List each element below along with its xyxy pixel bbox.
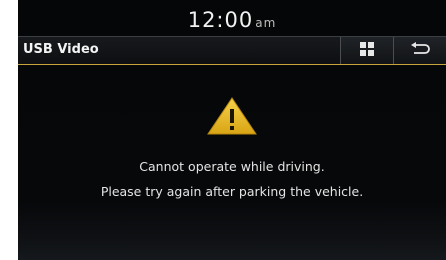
head-unit-screen: 12:00 am USB Video Cannot operate while … xyxy=(18,0,446,260)
warning-triangle-icon xyxy=(206,96,258,140)
back-button[interactable] xyxy=(393,37,446,64)
menu-button[interactable] xyxy=(340,37,393,64)
alert-area: Cannot operate while driving. Please try… xyxy=(18,65,446,260)
back-arrow-icon xyxy=(410,41,430,60)
grid-menu-icon xyxy=(360,41,374,60)
page-title: USB Video xyxy=(23,42,99,57)
clock-ampm: am xyxy=(255,16,277,30)
alert-message-line1: Cannot operate while driving. xyxy=(139,159,325,174)
title-bar: USB Video xyxy=(18,36,446,65)
clock-time: 12:00 xyxy=(187,8,254,32)
status-clock: 12:00 am xyxy=(18,8,446,32)
alert-message-line2: Please try again after parking the vehic… xyxy=(100,184,364,199)
